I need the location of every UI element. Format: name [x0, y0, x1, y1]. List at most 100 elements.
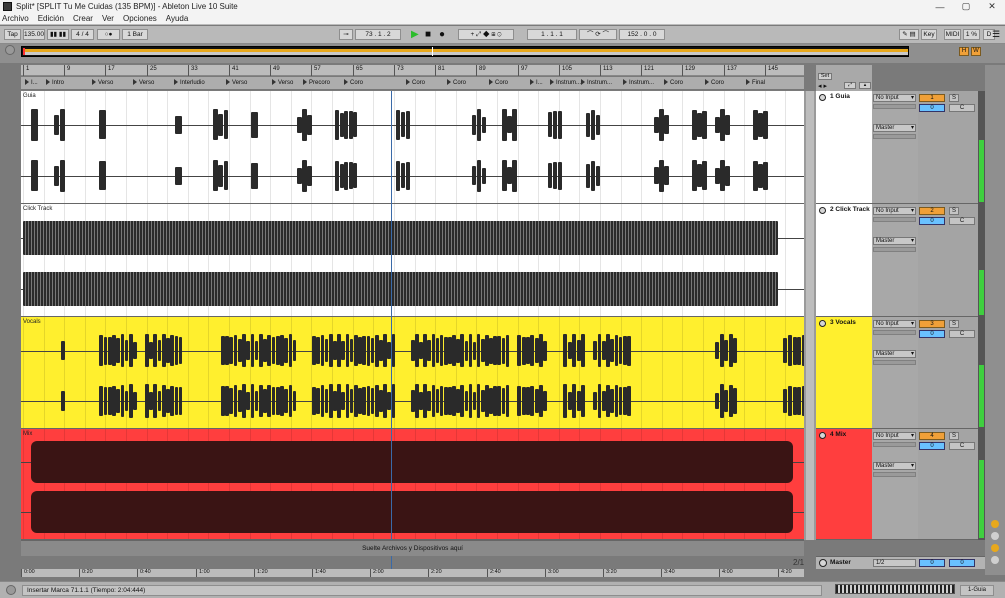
locator-marker[interactable]: Interludio [172, 79, 205, 88]
time-ruler[interactable]: 0:00 0:20 0:40 1:00 1:20 1:40 2:00 2:20 2:40 3:00… [21, 569, 804, 577]
output-channel-select[interactable] [873, 360, 916, 365]
status-round-icon[interactable] [6, 585, 16, 595]
play-icon[interactable]: ▶ [411, 29, 419, 40]
track-header[interactable]: 1 Guia [816, 91, 872, 204]
pan-field[interactable]: 0 [919, 104, 945, 112]
menu-crear[interactable]: Crear [73, 14, 93, 23]
crossfade-button[interactable]: C [949, 104, 975, 112]
menu-ver[interactable]: Ver [102, 14, 114, 23]
overview-strip[interactable] [21, 46, 909, 57]
master-track[interactable]: Master 1/2 0 0 [816, 556, 985, 569]
track-activator-button[interactable]: 2 [919, 207, 945, 215]
solo-button[interactable]: S [949, 432, 959, 440]
arrangement-view[interactable]: Guia Click Track Vocals Mix [21, 91, 804, 540]
menu-lines-icon[interactable]: ☰ [992, 29, 1000, 40]
track-lane[interactable]: Vocals [21, 317, 804, 429]
output-channel-select[interactable] [873, 134, 916, 139]
locator-marker[interactable]: I... [528, 79, 543, 88]
track-header[interactable]: 2 Click Track [816, 204, 872, 317]
arrangement-position-field[interactable]: 73 . 1 . 2 [355, 29, 401, 40]
metronome-toggle[interactable]: ○● [97, 29, 120, 40]
menu-ayuda[interactable]: Ayuda [166, 14, 189, 23]
locator-marker[interactable]: Coro [487, 79, 508, 88]
nudge-buttons[interactable]: ▮▮ ▮▮ [47, 29, 69, 40]
input-select[interactable]: No Input [873, 207, 916, 215]
side-indicator-icon[interactable] [991, 520, 999, 528]
locator-marker[interactable]: Intro [44, 79, 64, 88]
output-select[interactable]: Master [873, 237, 916, 245]
track-header[interactable]: 4 Mix [816, 429, 872, 540]
record-icon[interactable]: ● [439, 29, 445, 40]
output-select[interactable]: Master [873, 350, 916, 358]
menu-opciones[interactable]: Opciones [123, 14, 157, 23]
locator-marker[interactable]: Verso [270, 79, 293, 88]
track-activator-button[interactable]: 1 [919, 94, 945, 102]
locator-bar[interactable]: I... Intro Verso Verso Interludio Verso Verso P… [21, 77, 804, 90]
master-output-select[interactable]: 1/2 [873, 559, 916, 567]
input-channel-select[interactable] [873, 104, 916, 109]
crossfade-button[interactable]: C [949, 217, 975, 225]
input-channel-select[interactable] [873, 330, 916, 335]
track-activator-icon[interactable] [819, 432, 826, 439]
locator-marker[interactable]: Verso [224, 79, 247, 88]
key-map-button[interactable]: Key [921, 29, 937, 40]
close-button[interactable]: ✕ [979, 1, 1005, 12]
locator-marker[interactable]: Final [744, 79, 765, 88]
locator-marker[interactable]: Precoro [301, 79, 330, 88]
crossfade-button[interactable]: C [949, 330, 975, 338]
pan-field[interactable]: 0 [919, 330, 945, 338]
expand-icon[interactable]: ⤢ [844, 82, 856, 89]
w-toggle[interactable]: W [971, 47, 981, 56]
drop-zone[interactable]: Suelte Archivos y Dispositivos aquí [21, 540, 804, 556]
input-select[interactable]: No Input [873, 320, 916, 328]
track-lane[interactable]: Click Track [21, 204, 804, 317]
automation-tools[interactable]: + ⤢ ◆ ⊞ ⊙ [458, 29, 514, 40]
locator-marker[interactable]: I... [23, 79, 38, 88]
crossfade-button[interactable]: C [949, 442, 975, 450]
loop-start-field[interactable]: 1 . 1 . 1 [527, 29, 577, 40]
solo-button[interactable]: S [949, 94, 959, 102]
midi-map-button[interactable]: MIDI [944, 29, 961, 40]
menu-archivo[interactable]: Archivo [2, 14, 29, 23]
set-button[interactable]: Set [818, 73, 832, 80]
input-channel-select[interactable] [873, 442, 916, 447]
punch-loop-buttons[interactable]: ⌒ ⟳ ⌒ [579, 29, 617, 40]
prev-next-icons[interactable]: ◂ ▸ [818, 82, 827, 90]
track-lane[interactable]: Mix [21, 429, 804, 540]
menu-edicion[interactable]: Edición [38, 14, 64, 23]
stop-icon[interactable]: ■ [425, 29, 431, 40]
output-channel-select[interactable] [873, 472, 916, 477]
pan-field[interactable]: 0 [919, 217, 945, 225]
output-channel-select[interactable] [873, 247, 916, 252]
h-toggle[interactable]: H [959, 47, 969, 56]
locator-marker[interactable]: Coro [404, 79, 425, 88]
draw-mode-icon[interactable]: ✎ ▤ [899, 29, 919, 40]
output-select[interactable]: Master [873, 462, 916, 470]
side-indicator-icon[interactable] [991, 544, 999, 552]
input-select[interactable]: No Input [873, 432, 916, 440]
tap-tempo-button[interactable]: Tap [4, 29, 21, 40]
locator-marker[interactable]: Coro [342, 79, 363, 88]
locator-marker[interactable]: Coro [445, 79, 466, 88]
quantize-select[interactable]: 1 Bar [122, 29, 148, 40]
input-select[interactable]: No Input [873, 94, 916, 102]
solo-button[interactable]: S [949, 320, 959, 328]
locator-marker[interactable]: Instrum... [548, 79, 581, 88]
track-activator-icon[interactable] [819, 207, 826, 214]
maximize-button[interactable]: ▢ [953, 1, 979, 12]
loop-length-field[interactable]: 152 . 0 . 0 [619, 29, 665, 40]
locator-marker[interactable]: Instrum... [579, 79, 612, 88]
fold-icon[interactable]: ▴ [859, 82, 871, 89]
overview-round-icon[interactable] [5, 45, 15, 55]
locator-marker[interactable]: Coro [703, 79, 724, 88]
solo-button[interactable]: S [949, 207, 959, 215]
beat-time-ruler[interactable]: 1 9 17 25 33 41 49 57 65 73 81 89 97 105 113 121 129 137 1… [21, 65, 804, 76]
side-indicator-icon[interactable] [991, 532, 999, 540]
track-activator-icon[interactable] [819, 94, 826, 101]
track-activator-icon[interactable] [819, 320, 826, 327]
vertical-scrollbar[interactable] [804, 91, 816, 540]
tempo-field[interactable]: 135.00 [23, 29, 45, 40]
locator-marker[interactable]: Coro [662, 79, 683, 88]
locator-marker[interactable]: Verso [90, 79, 113, 88]
time-signature-field[interactable]: 4 / 4 [71, 29, 94, 40]
